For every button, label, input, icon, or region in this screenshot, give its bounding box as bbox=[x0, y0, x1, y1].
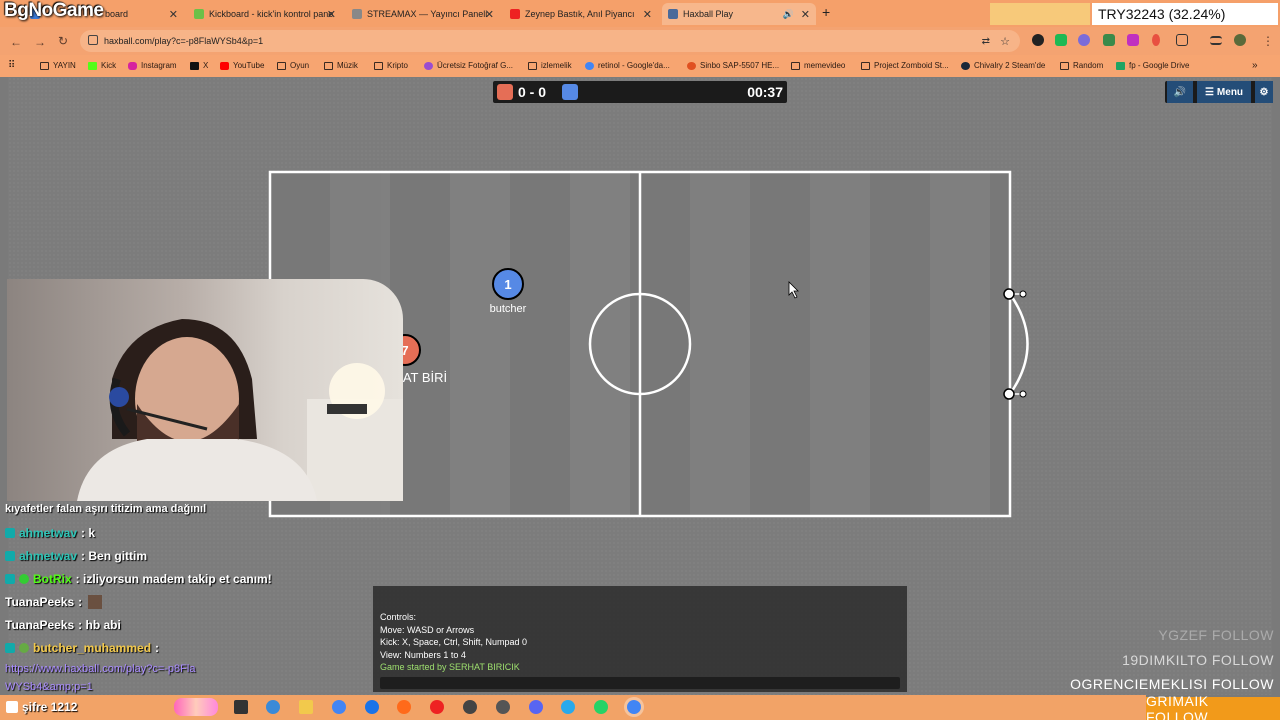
start-icon[interactable] bbox=[6, 701, 18, 713]
opera-icon[interactable] bbox=[430, 700, 444, 714]
chat-message: butcher_muhammed: bbox=[5, 641, 159, 655]
chat-text: kıyafetler falan aşırı titizim ama dağın… bbox=[5, 503, 207, 515]
game-log-message: Game started by SERHAT BIRICIK bbox=[380, 662, 520, 672]
task-view-icon[interactable] bbox=[234, 700, 248, 714]
menu-button[interactable]: ☰ Menu bbox=[1197, 81, 1251, 103]
hamburger-icon: ☰ bbox=[1204, 86, 1214, 98]
chrome-active-icon[interactable] bbox=[627, 700, 641, 714]
chat-text: : hb abi bbox=[78, 618, 121, 632]
scoreboard: 0 - 0 00:37 bbox=[493, 81, 787, 103]
controls-title: Controls: bbox=[380, 612, 417, 622]
player-number: 1 bbox=[504, 277, 511, 292]
chat-username: TuanaPeeks bbox=[5, 618, 75, 632]
controls-view: View: Numbers 1 to 4 bbox=[380, 649, 466, 660]
right-goal-net bbox=[1008, 293, 1029, 395]
chat-username: TuanaPeeks bbox=[5, 595, 75, 609]
sub-badge-icon bbox=[5, 551, 15, 561]
webcam-overlay bbox=[7, 279, 403, 501]
emote-icon bbox=[88, 595, 103, 609]
goal-post bbox=[1003, 288, 1015, 300]
chat-text: : Ben gittim bbox=[81, 549, 148, 563]
player-name: butcher bbox=[489, 303, 527, 315]
chat-link[interactable]: https://www.haxball.com/play?c=-p8FlaWYS… bbox=[5, 660, 205, 696]
goal-post bbox=[1019, 390, 1027, 398]
game-top-buttons: 🔊 ☰ Menu ⚙ bbox=[1165, 81, 1273, 103]
chat-text: : bbox=[155, 641, 160, 655]
chat-text: : k bbox=[81, 526, 96, 540]
verified-badge-icon bbox=[19, 574, 29, 584]
goal-post bbox=[1019, 290, 1027, 298]
webcam-feed bbox=[77, 319, 403, 501]
follow-alert: YGZEF FOLLOW bbox=[1158, 627, 1274, 643]
chat-message: ahmetwav: Ben gittim bbox=[5, 549, 147, 563]
chat-text: : izliyorsun madem takip et canım! bbox=[75, 572, 272, 586]
settings-button[interactable]: ⚙ bbox=[1255, 81, 1273, 103]
follow-alert: OGRENCIEMEKLISI FOLLOW bbox=[1070, 676, 1274, 692]
chrome-icon[interactable] bbox=[332, 700, 346, 714]
widgets-icon[interactable] bbox=[174, 698, 218, 716]
gear-icon: ⚙ bbox=[1259, 86, 1269, 98]
bot-badge-icon bbox=[5, 643, 15, 653]
verified-badge-icon bbox=[19, 643, 29, 653]
follow-alert-highlight: GRIMAIK FOLLOW bbox=[1146, 693, 1280, 720]
chat-message: TuanaPeeks: bbox=[5, 595, 103, 609]
blue-team-icon bbox=[562, 84, 578, 100]
score-display: 0 - 0 bbox=[518, 84, 547, 100]
steam-app-icon[interactable] bbox=[496, 700, 510, 714]
chat-username: butcher_muhammed bbox=[33, 641, 152, 655]
chat-message: BotRix: izliyorsun madem takip et canım! bbox=[5, 572, 272, 586]
obs-icon[interactable] bbox=[463, 700, 477, 714]
file-explorer-icon[interactable] bbox=[299, 700, 313, 714]
whatsapp-icon[interactable] bbox=[594, 700, 608, 714]
chat-message: TuanaPeeks: hb abi bbox=[5, 618, 121, 632]
chat-username: ahmetwav bbox=[19, 549, 78, 563]
match-timer: 00:37 bbox=[747, 84, 783, 100]
game-chat-input[interactable] bbox=[380, 677, 900, 689]
follow-alert: 19DIMKILTO FOLLOW bbox=[1122, 652, 1274, 668]
mail-icon[interactable] bbox=[365, 700, 379, 714]
chat-link-message[interactable]: https://www.haxball.com/play?c=-p8FlaWYS… bbox=[5, 660, 205, 696]
chat-username: BotRix bbox=[33, 572, 72, 586]
controls-move: Move: WASD or Arrows bbox=[380, 624, 475, 635]
speaker-icon: 🔊 bbox=[1173, 86, 1187, 98]
chat-text: : bbox=[78, 595, 83, 609]
bot-badge-icon bbox=[5, 574, 15, 584]
red-team-icon bbox=[497, 84, 513, 100]
sub-badge-icon bbox=[5, 528, 15, 538]
sound-button[interactable]: 🔊 bbox=[1167, 81, 1193, 103]
menu-label: Menu bbox=[1216, 86, 1244, 98]
firefox-icon[interactable] bbox=[397, 700, 411, 714]
chat-message: kıyafetler falan aşırı titizim ama dağın… bbox=[5, 503, 206, 515]
telegram-icon[interactable] bbox=[561, 700, 575, 714]
chat-username: ahmetwav bbox=[19, 526, 78, 540]
discord-icon[interactable] bbox=[529, 700, 543, 714]
stream-password-text: şifre 1212 bbox=[22, 700, 78, 714]
controls-kick: Kick: X, Space, Ctrl, Shift, Numpad 0 bbox=[380, 637, 528, 647]
copilot-icon[interactable] bbox=[266, 700, 280, 714]
chat-message: ahmetwav: k bbox=[5, 526, 95, 540]
goal-post bbox=[1003, 388, 1015, 400]
